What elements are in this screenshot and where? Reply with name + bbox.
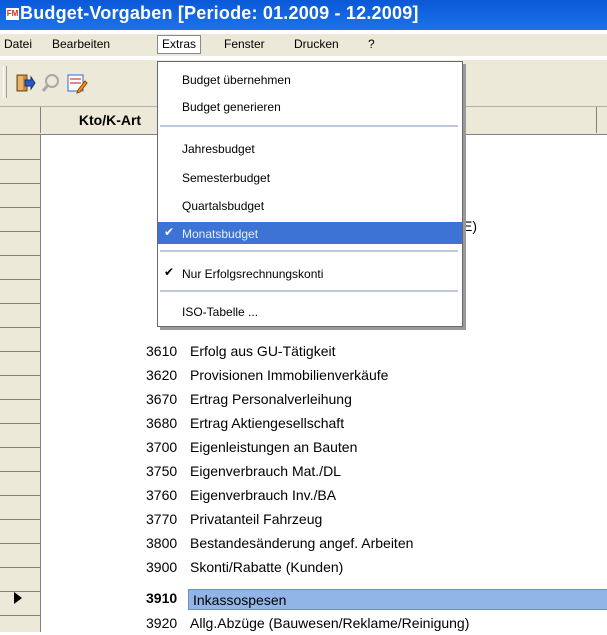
account-description: Eigenverbrauch Inv./BA	[190, 487, 337, 503]
menu-datei[interactable]: Datei	[4, 37, 32, 51]
table-row[interactable]: 3760 Eigenverbrauch Inv./BA	[40, 484, 607, 507]
table-row[interactable]: 3750 Eigenverbrauch Mat./DL	[40, 460, 607, 483]
account-number: 3800	[146, 535, 178, 551]
menu-separator	[160, 250, 458, 252]
row-divider	[0, 519, 40, 520]
table-row[interactable]: 3620 Provisionen Immobilienverkäufe	[40, 364, 607, 387]
menu-item-iso-tabelle[interactable]: ISO-Tabelle ...	[158, 300, 462, 322]
menu-bar: Datei Bearbeiten Extras Fenster Drucken …	[0, 34, 607, 56]
extras-dropdown-menu: Budget übernehmen Budget generieren Jahr…	[157, 61, 463, 327]
menu-item-monatsbudget[interactable]: ✔ Monatsbudget	[158, 222, 462, 244]
menu-extras[interactable]: Extras	[157, 35, 202, 54]
menu-fenster[interactable]: Fenster	[224, 37, 265, 51]
account-number: 3700	[146, 439, 178, 455]
account-number: 3900	[146, 559, 178, 575]
menu-drucken[interactable]: Drucken	[294, 37, 339, 51]
account-number: 3680	[146, 415, 178, 431]
table-row[interactable]: 3680 Ertrag Aktiengesellschaft	[40, 412, 607, 435]
row-divider	[0, 447, 40, 448]
row-divider	[0, 495, 40, 496]
account-number: 3920	[146, 615, 178, 631]
account-description: Privatanteil Fahrzeug	[190, 511, 323, 527]
account-description: Allg.Abzüge (Bauwesen/Reklame/Reinigung)	[190, 615, 470, 631]
table-row[interactable]: 3670 Ertrag Personalverleihung	[40, 388, 607, 411]
menu-item-jahresbudget[interactable]: Jahresbudget	[158, 137, 462, 159]
table-row[interactable]: 3610 Erfolg aus GU-Tätigkeit	[40, 340, 607, 363]
app-icon: FM	[6, 8, 19, 20]
partial-row-text: E)	[463, 218, 477, 234]
row-divider	[0, 255, 40, 256]
title-bar: FM Budget-Vorgaben [Periode: 01.2009 - 1…	[0, 0, 607, 30]
menu-separator	[160, 125, 458, 127]
row-divider	[0, 615, 40, 616]
row-divider	[0, 159, 40, 160]
account-description: Eigenleistungen an Bauten	[190, 439, 358, 455]
account-description: Ertrag Personalverleihung	[190, 391, 352, 407]
row-selector-header	[0, 107, 41, 133]
column-header-description[interactable]: .	[463, 111, 467, 127]
menu-item-budget-uebernehmen[interactable]: Budget übernehmen	[158, 68, 462, 90]
account-description: Bestandesänderung angef. Arbeiten	[190, 535, 414, 551]
table-row[interactable]: 3900 Skonti/Rabatte (Kunden)	[40, 556, 607, 579]
column-divider	[596, 107, 597, 133]
table-row-selected[interactable]: 3910 Inkassospesen	[40, 589, 607, 612]
search-icon	[41, 74, 59, 92]
row-divider	[0, 567, 40, 568]
edit-icon	[67, 74, 88, 94]
account-description: Provisionen Immobilienverkäufe	[190, 367, 389, 383]
row-divider	[0, 423, 40, 424]
account-number: 3670	[146, 391, 178, 407]
account-description: Ertrag Aktiengesellschaft	[190, 415, 345, 431]
row-divider	[0, 327, 40, 328]
account-number: 3610	[146, 343, 178, 359]
account-description: Eigenverbrauch Mat./DL	[190, 463, 341, 479]
row-divider	[0, 231, 40, 232]
menu-separator	[160, 290, 458, 292]
row-divider	[0, 183, 40, 184]
menu-bearbeiten[interactable]: Bearbeiten	[52, 37, 110, 51]
toolbar-grip	[3, 66, 7, 98]
table-row[interactable]: 3800 Bestandesänderung angef. Arbeiten	[40, 532, 607, 555]
account-number: 3750	[146, 463, 178, 479]
row-divider	[0, 471, 40, 472]
menu-item-semesterbudget[interactable]: Semesterbudget	[158, 166, 462, 188]
window-title: Budget-Vorgaben [Periode: 01.2009 - 12.2…	[20, 3, 419, 23]
account-number: 3620	[146, 367, 178, 383]
row-selector-column	[0, 135, 41, 632]
row-divider	[0, 351, 40, 352]
menu-item-budget-generieren[interactable]: Budget generieren	[158, 95, 462, 117]
row-divider	[0, 543, 40, 544]
row-divider	[0, 279, 40, 280]
exit-icon	[16, 74, 36, 92]
menu-help[interactable]: ?	[368, 37, 375, 51]
exit-button[interactable]	[14, 72, 36, 94]
table-row[interactable]: 3770 Privatanteil Fahrzeug	[40, 508, 607, 531]
checkmark-icon: ✔	[164, 225, 175, 239]
account-description: Erfolg aus GU-Tätigkeit	[190, 343, 336, 359]
row-divider	[0, 207, 40, 208]
row-divider	[0, 303, 40, 304]
account-number: 3770	[146, 511, 178, 527]
row-divider	[0, 375, 40, 376]
account-description: Skonti/Rabatte (Kunden)	[190, 559, 344, 575]
edit-button[interactable]	[66, 72, 88, 94]
menu-item-nur-erfolgsrechnungskonti[interactable]: ✔ Nur Erfolgsrechnungskonti	[158, 262, 462, 284]
checkmark-icon: ✔	[164, 265, 175, 279]
search-button[interactable]	[40, 72, 62, 94]
account-description-cell[interactable]: Inkassospesen	[188, 589, 607, 610]
menu-item-quartalsbudget[interactable]: Quartalsbudget	[158, 194, 462, 216]
account-number: 3910	[146, 590, 178, 606]
row-divider	[0, 399, 40, 400]
table-row[interactable]: 3700 Eigenleistungen an Bauten	[40, 436, 607, 459]
account-number: 3760	[146, 487, 178, 503]
row-pointer-icon	[14, 592, 22, 604]
